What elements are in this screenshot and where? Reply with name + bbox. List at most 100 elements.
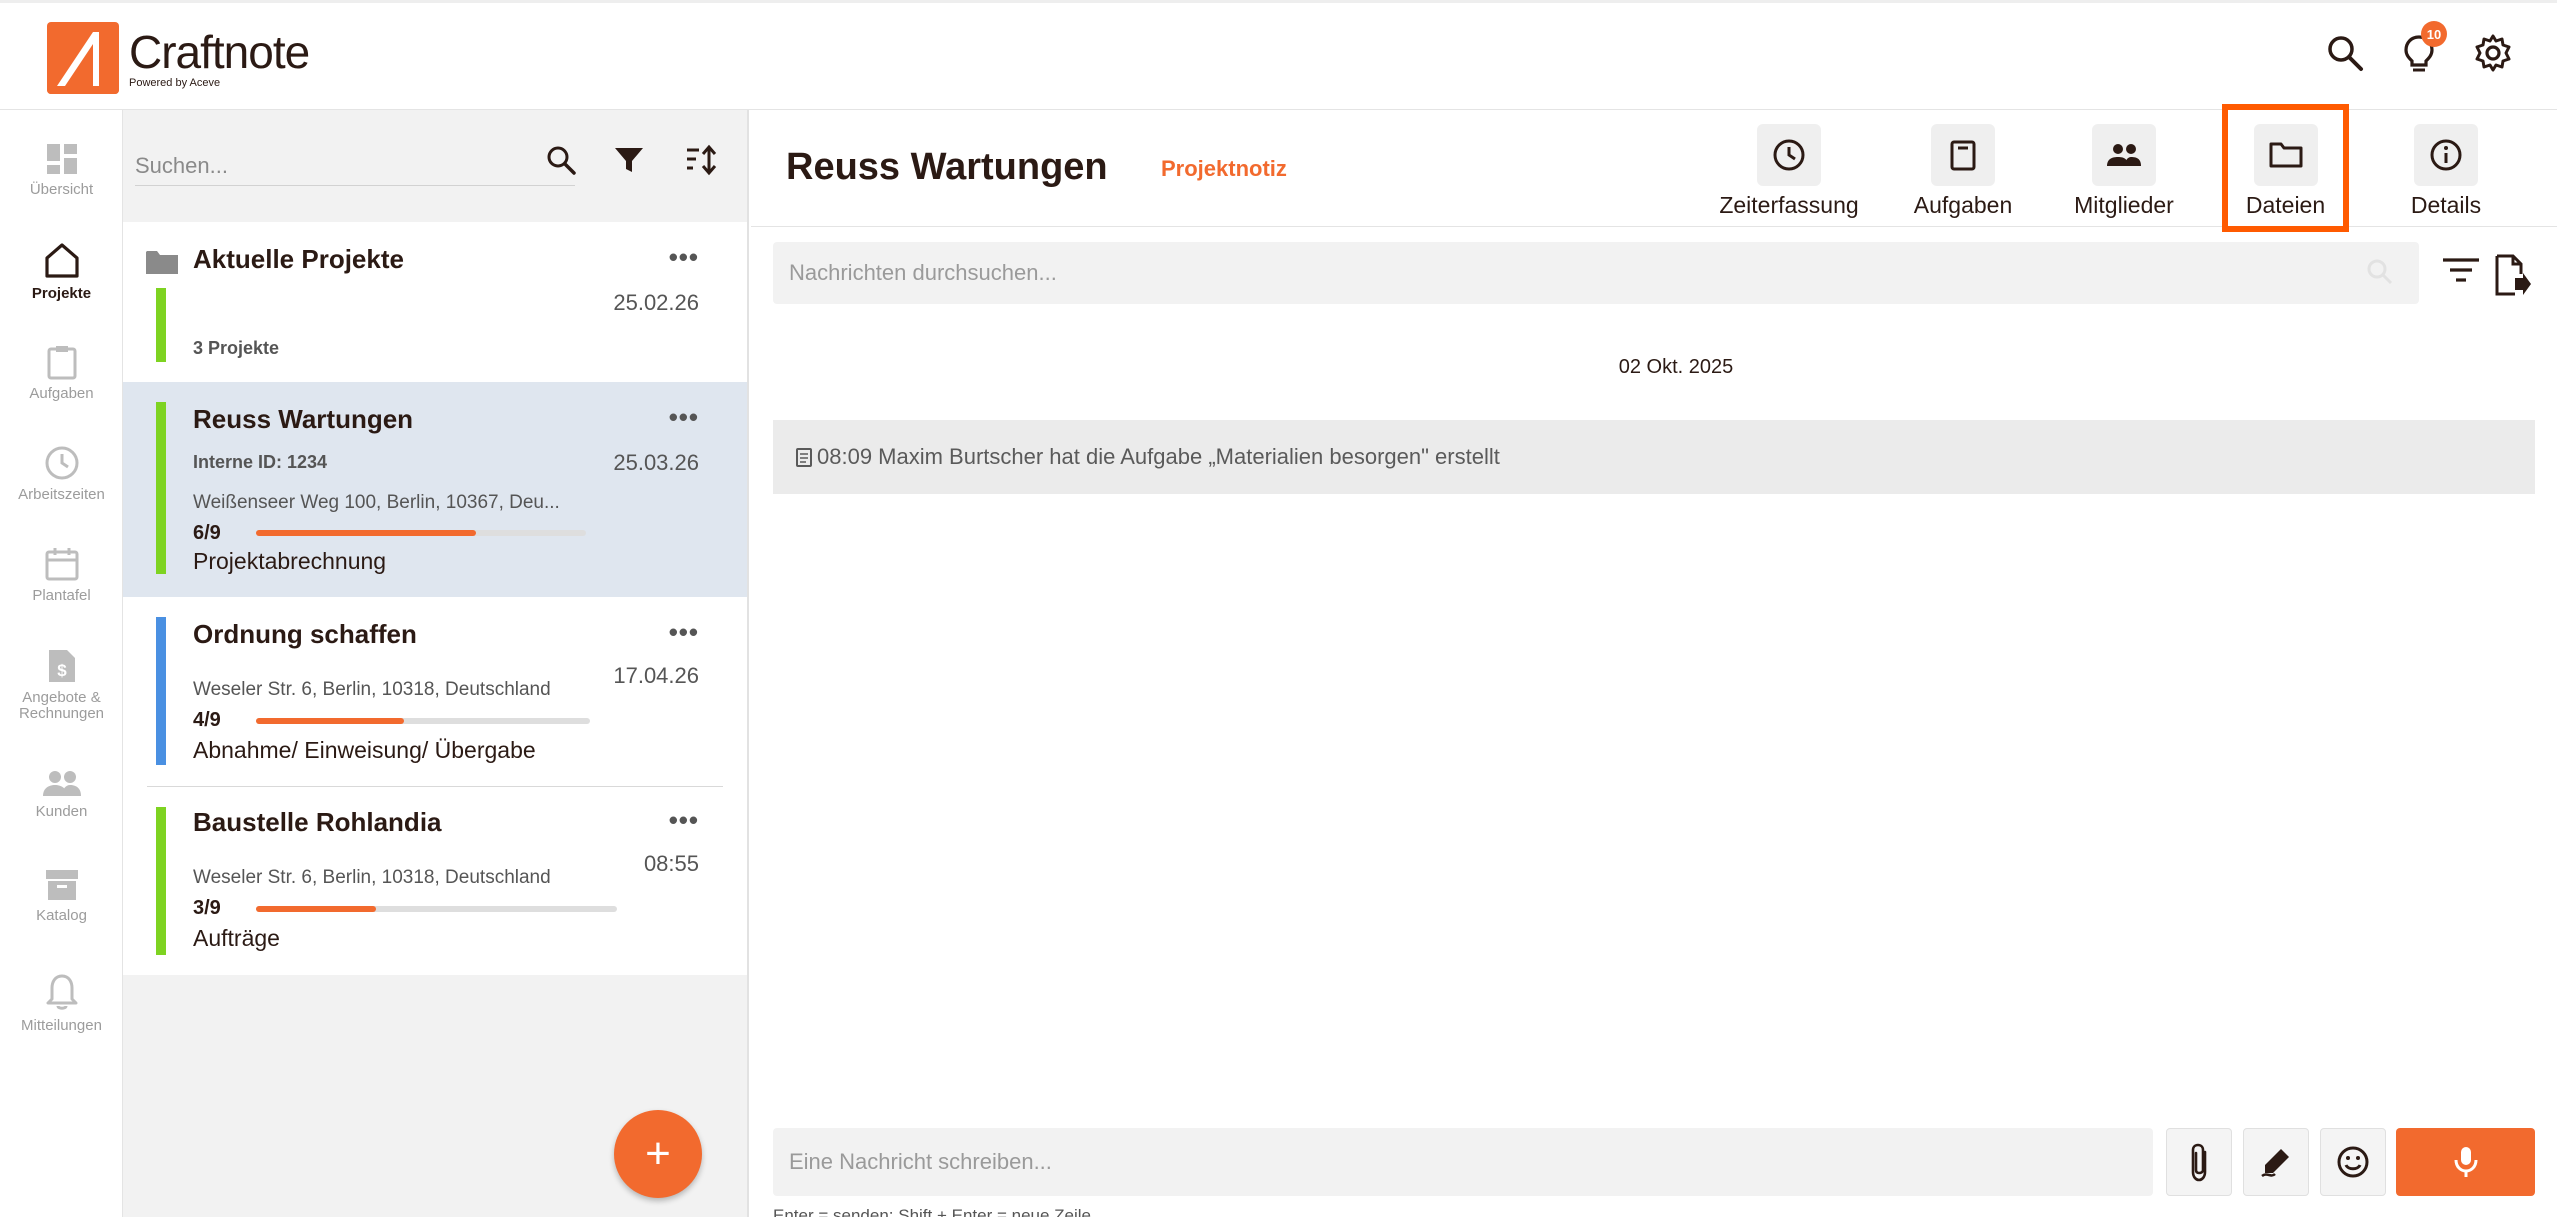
emoji-button[interactable]	[2320, 1128, 2386, 1196]
event-text: 08:09 Maxim Burtscher hat die Aufgabe „M…	[817, 444, 1500, 469]
nav-item-uebersicht[interactable]: Übersicht	[0, 142, 123, 198]
card-phase: Abnahme/ Einweisung/ Übergabe	[193, 737, 536, 763]
progress-label: 6/9	[193, 522, 221, 544]
status-bar	[156, 402, 166, 574]
card-title: Baustelle Rohlandia	[193, 807, 442, 837]
project-type-tag: Projektnotiz	[1161, 156, 1287, 181]
archive-icon	[45, 870, 78, 900]
clipboard-icon	[1950, 140, 1976, 171]
attach-button[interactable]	[2166, 1128, 2232, 1196]
card-address: Weseler Str. 6, Berlin, 10318, Deutschla…	[193, 679, 551, 700]
card-date: 25.02.26	[613, 290, 699, 315]
progress-bar	[256, 530, 586, 536]
card-address: Weißenseer Weg 100, Berlin, 10367, Deu..…	[193, 492, 560, 513]
search-icon[interactable]	[2325, 33, 2365, 73]
more-menu-button[interactable]: •••	[669, 617, 699, 648]
more-menu-button[interactable]: •••	[669, 805, 699, 836]
task-icon	[796, 448, 812, 467]
nav-label: Angebote & Rechnungen	[18, 689, 105, 722]
system-event-row: 08:09 Maxim Burtscher hat die Aufgabe „M…	[773, 420, 2535, 494]
tab-mitglieder[interactable]: Mitglieder	[2049, 124, 2199, 220]
more-menu-button[interactable]: •••	[669, 402, 699, 433]
nav-item-arbeitszeiten[interactable]: Arbeitszeiten	[0, 445, 123, 503]
dashboard-icon	[46, 144, 77, 174]
project-count: 3 Projekte	[193, 338, 280, 358]
add-project-button[interactable]: +	[614, 1110, 702, 1198]
signature-button[interactable]	[2243, 1128, 2309, 1196]
logo-mark	[47, 22, 119, 94]
progress-label: 4/9	[193, 709, 221, 731]
nav-item-mitteilungen[interactable]: Mitteilungen	[0, 972, 123, 1034]
logo[interactable]: Craftnote Powered by Aceve	[47, 22, 310, 94]
search-icon[interactable]	[545, 144, 585, 184]
card-title: Ordnung schaffen	[193, 619, 417, 649]
card-date: 17.04.26	[613, 663, 699, 688]
top-bar: Craftnote Powered by Aceve 10	[0, 0, 2557, 110]
brand-tagline: Powered by Aceve	[129, 76, 221, 89]
people-icon	[42, 771, 81, 796]
card-phase: Projektabrechnung	[193, 548, 387, 574]
internal-id: Interne ID: 1234	[193, 452, 328, 472]
nav-item-angebote-rechnungen[interactable]: $ Angebote & Rechnungen	[0, 648, 123, 722]
voice-message-button[interactable]	[2396, 1128, 2535, 1196]
nav-item-kunden[interactable]: Kunden	[0, 768, 123, 820]
nav-label: Katalog	[36, 907, 87, 924]
paperclip-icon	[2191, 1143, 2207, 1182]
pen-sign-icon	[2261, 1149, 2289, 1178]
clipboard-icon	[47, 346, 76, 380]
folder-icon	[2269, 142, 2302, 168]
microphone-icon	[2454, 1147, 2477, 1177]
bell-icon	[46, 974, 77, 1010]
message-search-input[interactable]	[773, 242, 2419, 304]
gear-icon[interactable]	[2473, 33, 2513, 73]
tab-label: Zeiterfassung	[1719, 192, 1859, 218]
project-card[interactable]: Baustelle Rohlandia ••• 08:55 Weseler St…	[123, 787, 747, 975]
nav-item-plantafel[interactable]: Plantafel	[0, 546, 123, 604]
project-card[interactable]: Reuss Wartungen ••• 25.03.26 Interne ID:…	[123, 382, 747, 597]
notification-badge: 10	[2421, 21, 2447, 47]
message-input[interactable]	[773, 1128, 2153, 1196]
nav-label: Mitteilungen	[21, 1017, 102, 1034]
project-folder-card[interactable]: Aktuelle Projekte ••• 25.02.26 3 Projekt…	[123, 222, 747, 382]
tab-zeiterfassung[interactable]: Zeiterfassung	[1714, 124, 1864, 220]
search-icon[interactable]	[2366, 258, 2394, 286]
tab-label: Dateien	[2245, 192, 2326, 218]
progress-fill	[256, 718, 405, 724]
page-title: Reuss Wartungen	[786, 146, 1108, 188]
project-chat-area: Reuss Wartungen Projektnotiz Zeiterfassu…	[751, 104, 2557, 1217]
filter-lines-icon[interactable]	[2441, 254, 2481, 288]
tab-details[interactable]: Details	[2371, 124, 2521, 220]
tab-dateien[interactable]: Dateien	[2222, 104, 2349, 232]
nav-item-katalog[interactable]: Katalog	[0, 868, 123, 924]
project-search-input[interactable]	[135, 146, 575, 186]
nav-label: Aufgaben	[29, 385, 94, 402]
project-header: Reuss Wartungen Projektnotiz Zeiterfassu…	[751, 104, 2557, 232]
smiley-icon	[2337, 1146, 2369, 1178]
clock-icon	[45, 446, 78, 480]
filter-icon[interactable]	[613, 144, 653, 184]
nav-item-projekte[interactable]: Projekte	[0, 240, 123, 302]
clock-icon	[1773, 139, 1805, 171]
progress-fill	[256, 530, 477, 536]
lightbulb-icon[interactable]: 10	[2399, 21, 2447, 73]
more-menu-button[interactable]: •••	[669, 242, 699, 273]
export-file-icon[interactable]	[2493, 254, 2533, 298]
status-bar	[156, 807, 166, 955]
progress-fill	[256, 906, 377, 912]
progress-bar	[256, 718, 590, 724]
members-icon	[2107, 144, 2141, 166]
card-date: 08:55	[643, 851, 699, 876]
home-icon	[44, 243, 79, 278]
nav-label: Kunden	[35, 803, 88, 820]
card-title: Reuss Wartungen	[193, 404, 414, 434]
project-card[interactable]: Ordnung schaffen ••• 17.04.26 Weseler St…	[123, 597, 747, 787]
nav-label: Arbeitszeiten	[18, 486, 105, 503]
info-icon	[2430, 139, 2462, 171]
card-phase: Aufträge	[193, 925, 280, 951]
tab-label: Aufgaben	[1913, 192, 2013, 218]
folder-icon	[145, 248, 179, 276]
card-date: 25.03.26	[613, 450, 699, 475]
tab-aufgaben[interactable]: Aufgaben	[1888, 124, 2038, 220]
nav-item-aufgaben[interactable]: Aufgaben	[0, 344, 123, 402]
sort-icon[interactable]	[685, 144, 725, 184]
